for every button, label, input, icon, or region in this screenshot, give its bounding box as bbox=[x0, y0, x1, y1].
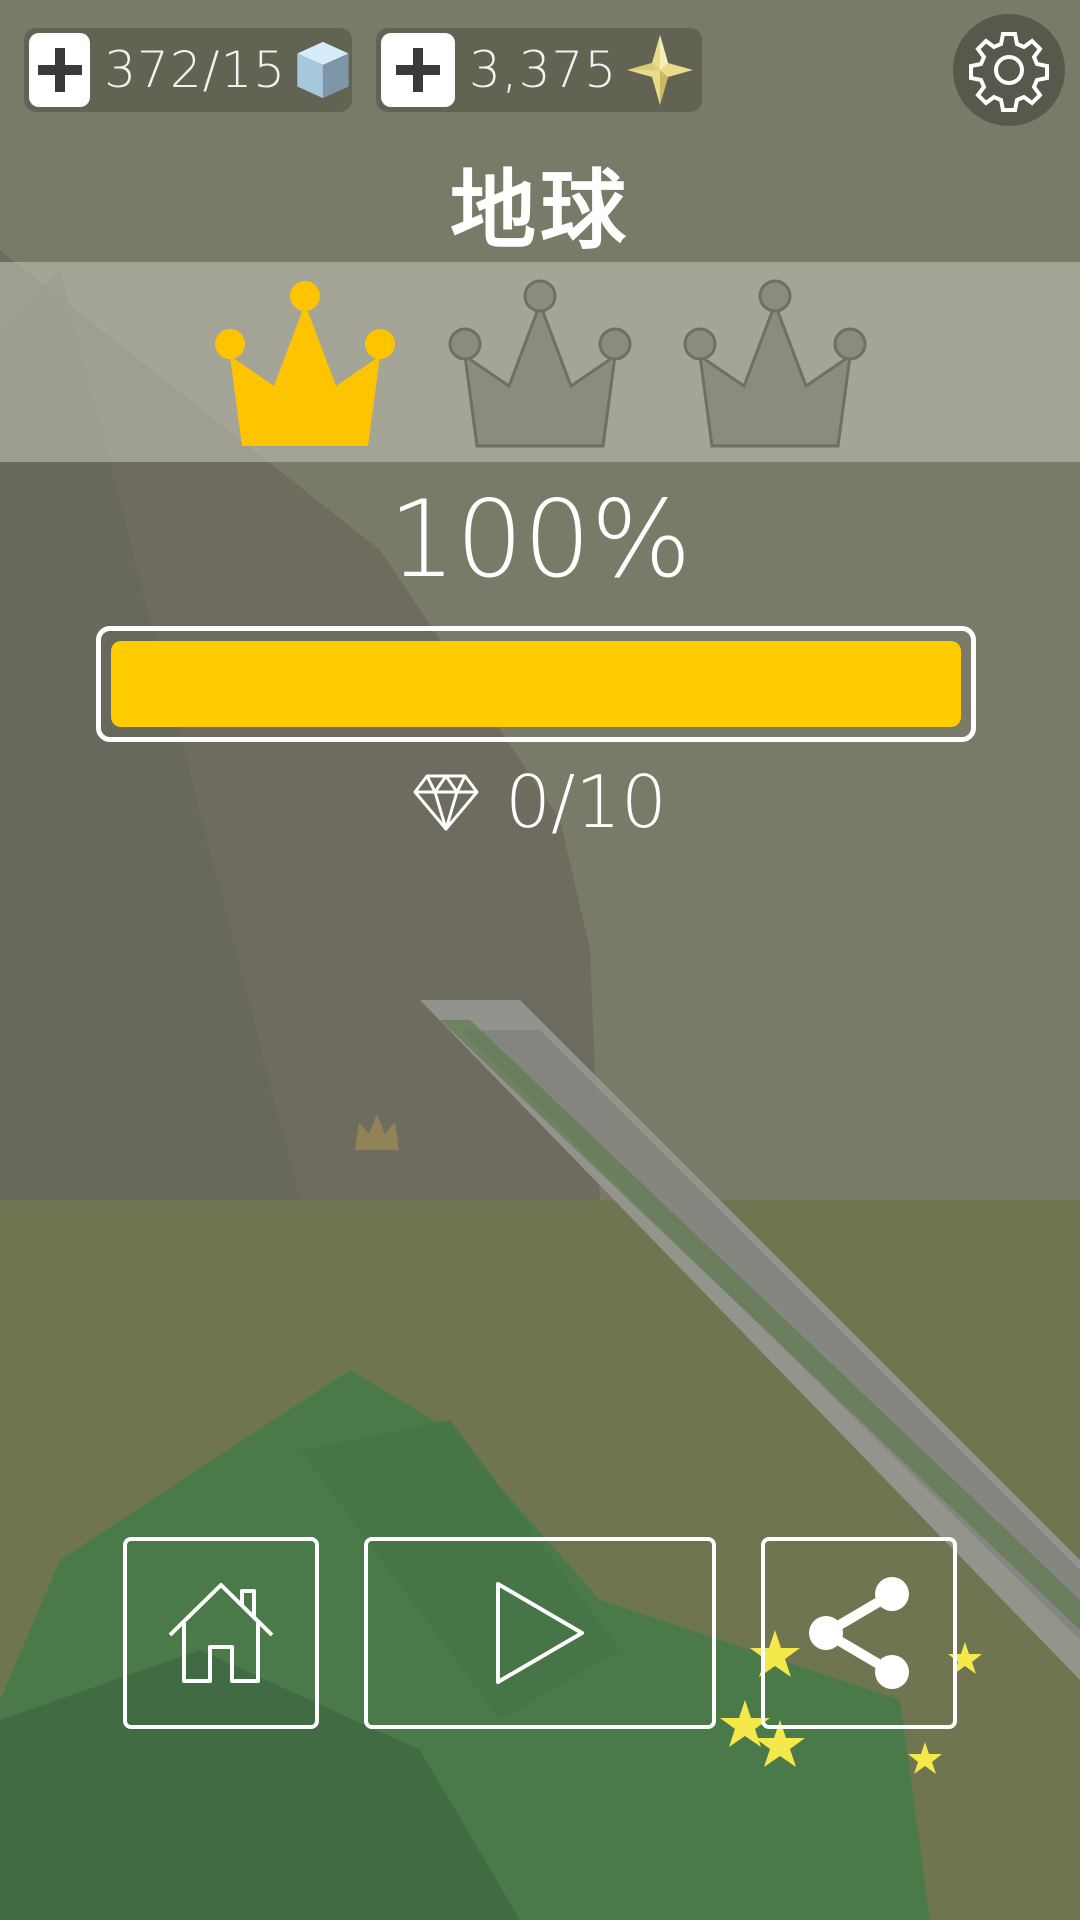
star-count: 3,375 bbox=[469, 41, 618, 99]
gem-count: 0/10 bbox=[505, 760, 667, 844]
house-icon bbox=[168, 1583, 274, 1683]
gem-counter: 0/10 bbox=[0, 760, 1080, 844]
share-button[interactable] bbox=[761, 1537, 957, 1729]
crown-icon-empty bbox=[683, 279, 867, 448]
completion-percent: 100% bbox=[388, 478, 692, 601]
cube-counter: 372/15 bbox=[24, 28, 352, 112]
crown-icon-earned bbox=[215, 281, 395, 446]
level-title: 地球 bbox=[450, 161, 630, 261]
home-button[interactable] bbox=[123, 1537, 319, 1729]
crown-icon-empty bbox=[448, 279, 632, 448]
share-icon bbox=[809, 1577, 909, 1689]
add-stars-button[interactable] bbox=[381, 33, 455, 107]
cube-count: 372/15 bbox=[104, 41, 287, 99]
add-cubes-button[interactable] bbox=[29, 33, 91, 107]
settings-button[interactable] bbox=[953, 14, 1065, 126]
play-triangle-icon bbox=[496, 1582, 584, 1684]
gear-icon bbox=[969, 32, 1049, 112]
ice-cube-icon bbox=[297, 41, 349, 99]
progress-bar bbox=[96, 626, 976, 742]
gold-star-icon bbox=[627, 35, 694, 105]
play-button[interactable] bbox=[364, 1537, 716, 1729]
star-counter: 3,375 bbox=[376, 28, 702, 112]
diamond-icon bbox=[413, 774, 479, 831]
progress-fill bbox=[111, 641, 961, 727]
